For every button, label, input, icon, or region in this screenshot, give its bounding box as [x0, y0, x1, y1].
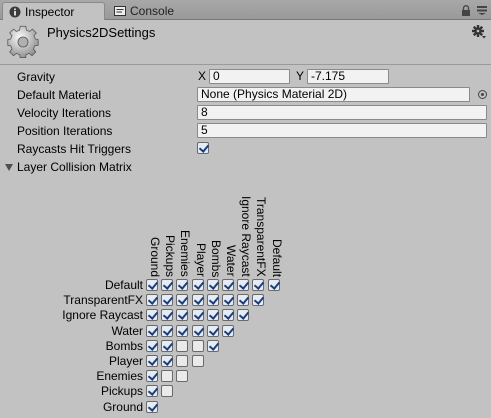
matrix-column-label: Bombs — [208, 240, 223, 278]
matrix-row-label: Enemies — [96, 369, 143, 384]
collision-checkbox[interactable] — [146, 355, 158, 367]
collision-checkbox[interactable] — [237, 309, 250, 322]
matrix-row-label: Ground — [102, 399, 143, 414]
inspector-header: Physics2DSettings — [0, 21, 491, 65]
collision-checkbox[interactable] — [222, 309, 234, 322]
tab-label: Console — [130, 4, 175, 18]
collision-checkbox[interactable] — [176, 279, 189, 291]
collision-checkbox[interactable] — [176, 355, 189, 367]
matrix-row-label: Pickups — [100, 384, 143, 399]
collision-checkbox[interactable] — [191, 324, 204, 337]
default-material-field[interactable]: None (Physics Material 2D) — [197, 87, 470, 102]
tab-console[interactable]: Console — [108, 2, 198, 20]
collision-checkbox[interactable] — [191, 309, 204, 322]
collision-checkbox[interactable] — [267, 279, 280, 291]
collision-checkbox[interactable] — [222, 279, 234, 291]
page-title: Physics2DSettings — [47, 25, 156, 40]
matrix-row-label: TransparentFX — [63, 293, 143, 308]
collision-checkbox[interactable] — [161, 355, 174, 367]
matrix-column-label: Enemies — [178, 230, 193, 277]
matrix-row-label: Player — [108, 354, 143, 368]
tab-label: Inspector — [25, 4, 75, 19]
collision-checkbox[interactable] — [146, 370, 158, 383]
collision-checkbox[interactable] — [146, 294, 158, 307]
collision-checkbox[interactable] — [191, 294, 204, 307]
collision-checkbox[interactable] — [206, 324, 219, 337]
velocity-iterations-label: Velocity Iterations — [17, 106, 112, 120]
gravity-x-field[interactable]: 0 — [209, 69, 290, 84]
lock-icon[interactable] — [461, 5, 471, 16]
collision-checkbox[interactable] — [252, 279, 265, 291]
matrix-row-label: Bombs — [105, 338, 143, 353]
collision-checkbox[interactable] — [237, 279, 250, 291]
collision-checkbox[interactable] — [146, 339, 158, 352]
collision-checkbox[interactable] — [191, 279, 204, 291]
collision-checkbox[interactable] — [191, 355, 204, 367]
matrix-column-label: Ground — [148, 237, 162, 278]
info-icon — [9, 6, 21, 17]
velocity-iterations-field[interactable]: 8 — [197, 105, 487, 120]
collision-checkbox[interactable] — [176, 370, 189, 383]
collision-checkbox[interactable] — [206, 309, 219, 322]
collision-checkbox[interactable] — [161, 294, 174, 307]
collision-checkbox[interactable] — [222, 294, 234, 307]
collision-checkbox[interactable] — [146, 385, 158, 398]
collision-checkbox[interactable] — [146, 324, 158, 337]
collision-checkbox[interactable] — [176, 339, 189, 352]
matrix-row-label: Water — [111, 323, 143, 338]
matrix-row-label: Default — [104, 278, 143, 292]
collision-checkbox[interactable] — [146, 279, 158, 291]
matrix-column-label: Player — [193, 243, 208, 278]
collision-checkbox[interactable] — [161, 309, 174, 322]
collision-checkbox[interactable] — [146, 309, 158, 322]
gravity-y-axis-label[interactable]: Y — [296, 69, 304, 84]
matrix-column-label: Ignore Raycast — [239, 196, 254, 277]
console-icon — [114, 6, 126, 16]
collision-checkbox[interactable] — [146, 400, 158, 413]
layer-collision-matrix-label[interactable]: Layer Collision Matrix — [17, 159, 132, 175]
collision-checkbox[interactable] — [206, 294, 219, 307]
matrix-row-label: Ignore Raycast — [62, 308, 143, 323]
position-iterations-field[interactable]: 5 — [197, 123, 487, 138]
collision-checkbox[interactable] — [206, 339, 219, 352]
matrix-column-label: Pickups — [163, 235, 178, 278]
collision-checkbox[interactable] — [161, 370, 174, 383]
matrix-column-label: Water — [224, 245, 238, 277]
collision-checkbox[interactable] — [191, 339, 204, 352]
raycasts-hit-triggers-label: Raycasts Hit Triggers — [17, 142, 132, 156]
collision-checkbox[interactable] — [176, 294, 189, 307]
object-picker-icon[interactable] — [478, 90, 487, 99]
default-material-label: Default Material — [17, 88, 102, 102]
matrix-column-label: Default — [269, 239, 284, 278]
matrix-column-label: TransparentFX — [254, 197, 269, 277]
gravity-x-axis-label[interactable]: X — [198, 69, 206, 84]
collision-checkbox[interactable] — [161, 279, 174, 291]
collision-checkbox[interactable] — [252, 294, 265, 307]
collision-checkbox[interactable] — [176, 324, 189, 337]
raycasts-hit-triggers-checkbox[interactable] — [197, 142, 209, 154]
collision-checkbox[interactable] — [161, 385, 174, 398]
position-iterations-label: Position Iterations — [17, 124, 113, 138]
collision-checkbox[interactable] — [222, 324, 234, 337]
settings-gear-icon[interactable] — [472, 25, 486, 39]
tab-inspector[interactable]: Inspector — [2, 2, 105, 20]
tab-bar: Inspector Console — [0, 0, 491, 20]
collision-checkbox[interactable] — [237, 294, 250, 307]
menu-icon[interactable] — [477, 6, 487, 15]
gear-asset-icon — [7, 25, 39, 58]
foldout-arrow-icon[interactable] — [5, 164, 13, 171]
collision-checkbox[interactable] — [161, 324, 174, 337]
collision-checkbox[interactable] — [176, 309, 189, 322]
gravity-label: Gravity — [17, 70, 56, 84]
collision-checkbox[interactable] — [206, 279, 219, 291]
gravity-y-field[interactable]: -7.175 — [307, 69, 389, 84]
collision-checkbox[interactable] — [161, 339, 174, 352]
